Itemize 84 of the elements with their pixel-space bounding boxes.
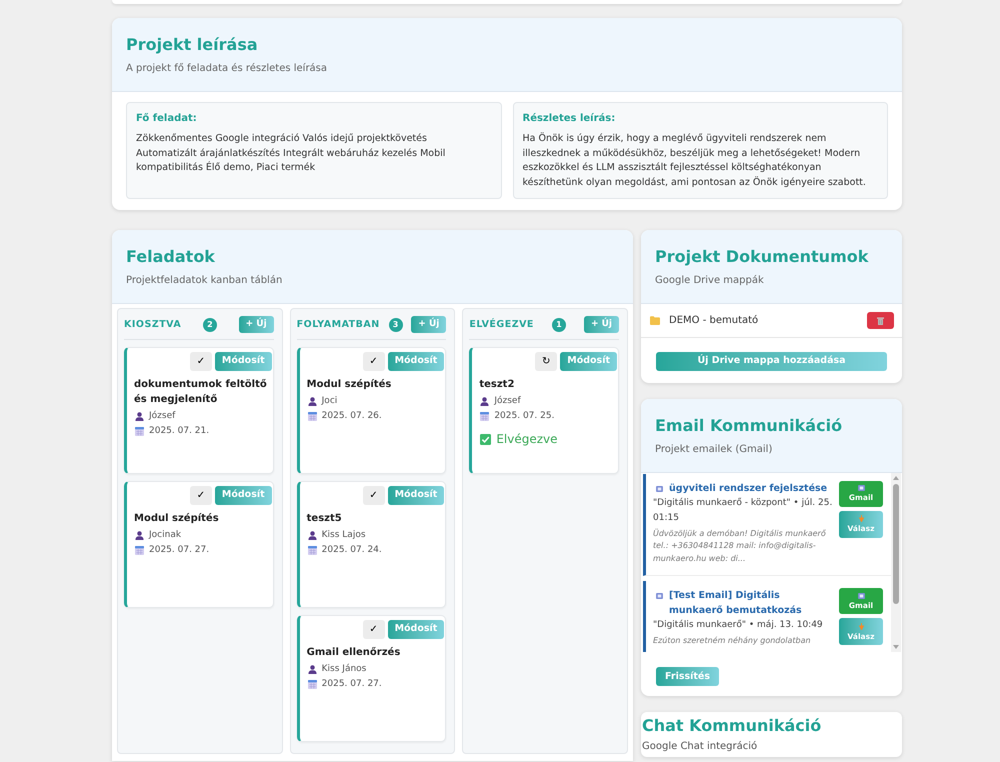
toggle-button[interactable]: ✓ [362, 620, 385, 639]
task-card[interactable]: ✓ Módosít Gmail ellenőrzés Kiss János 2025. 07. 27. [296, 615, 446, 742]
task-title: dokumentumok feltöltő és megjelenítő [134, 378, 268, 407]
task-due-date: 2025. 07. 24. [322, 544, 382, 557]
box-label: Fő feladat: [136, 112, 198, 126]
task-assignee: József [494, 394, 521, 408]
task-title: teszt2 [479, 378, 516, 392]
task-assignee: Jocinak [149, 529, 182, 542]
box-text: Ha Önök is úgy érzik, hogy a meglévő ügyviteli rendszerek nem illeszkednek a működésükhöz, beszéljük meg a lehetőségeket! Modern eszkozökkel és LLM asszisztált fejlesztéssel költséghatékonyan készíthetünk olyan megoldást, ami pontosan az Önök igényeire szabott. [522, 132, 867, 190]
task-title: Modul szépítés [134, 512, 220, 526]
task-title: teszt5 [306, 512, 343, 526]
task-card[interactable]: ↻ Módosít teszt2 József 2025. 07. 25. Elvégezve [469, 347, 619, 474]
column-title: ELVÉGEZVE [469, 317, 534, 332]
calendar-icon [308, 412, 317, 421]
person-icon [135, 531, 144, 540]
email-subject[interactable]: [Test Email] Digitális munkaerő bemutatkozás [669, 588, 833, 618]
status-label: Elvégezve [496, 431, 558, 447]
card-title: Projekt leírása [126, 35, 259, 55]
scrollbar-thumb[interactable] [893, 484, 899, 604]
count-badge: 3 [388, 318, 403, 332]
person-icon [308, 531, 317, 540]
folder-name[interactable]: DEMO - bemutató [669, 313, 758, 328]
toggle-button[interactable]: ↻ [535, 352, 558, 371]
card-title: Chat Kommunikáció [642, 716, 822, 736]
scroll-down-icon[interactable] [893, 644, 899, 649]
task-due-date: 2025. 07. 25. [494, 410, 554, 423]
card-title: Projekt Dokumentumok [655, 247, 870, 267]
email-meta: "Digitális munkaerő - központ" • júl. 25. 01:15 [653, 496, 833, 525]
toggle-button[interactable]: ✓ [190, 486, 212, 505]
task-title: Gmail ellenőrzés [306, 646, 402, 660]
email-snippet: Ezúton szeretném néhány gondolatban [653, 635, 812, 648]
task-assignee: Kiss Lajos [322, 529, 366, 542]
task-due-date: 2025. 07. 21. [149, 425, 210, 438]
person-icon [135, 412, 144, 421]
toggle-button[interactable]: ✓ [362, 352, 385, 371]
email-meta: "Digitális munkaerő" • máj. 13. 10:49 [653, 618, 824, 632]
count-badge: 2 [202, 318, 217, 332]
scrollbar[interactable] [891, 472, 901, 652]
task-assignee: József [149, 410, 176, 423]
card-subtitle: Projekt emailek (Gmail) [655, 442, 774, 457]
calendar-icon [480, 412, 490, 421]
email-subject[interactable]: ügyviteli rendszer fejelsztése [669, 480, 828, 496]
calendar-icon [135, 546, 144, 555]
task-card[interactable]: ✓ Módosít Modul szépítés Jocinak 2025. 07. 27. [124, 481, 274, 608]
card-subtitle: Google Drive mappák [655, 274, 765, 288]
task-title: Modul szépítés [306, 378, 392, 392]
delete-button[interactable] [867, 312, 894, 329]
column-title: FOLYAMATBAN [296, 318, 380, 332]
calendar-icon [135, 427, 144, 436]
card-subtitle: A projekt fő feladata és részletes leírása [126, 62, 328, 76]
card-title: Feladatok [126, 247, 216, 267]
task-due-date: 2025. 07. 26. [322, 410, 382, 423]
arrow-icon [858, 515, 864, 522]
person-icon [308, 665, 317, 674]
trash-icon [877, 316, 884, 324]
count-badge: 1 [552, 318, 566, 332]
task-assignee: Kiss János [322, 662, 366, 676]
email-snippet: Üdvözöljük a demóban! Digitális munkaerő tel.: +36304841128 mail: info@digitalis-munkaero.hu web: di... [653, 528, 827, 565]
mail-icon [858, 485, 864, 492]
person-icon [480, 397, 490, 406]
card-subtitle: Projektfeladatok kanban táblán [126, 274, 284, 288]
mail-icon [858, 592, 864, 599]
task-due-date: 2025. 07. 27. [322, 678, 382, 691]
scroll-up-icon[interactable] [893, 476, 899, 480]
toggle-button[interactable]: ✓ [362, 486, 385, 505]
task-card[interactable]: ✓ Módosít dokumentumok feltöltő és megjelenítő József 2025. 07. 21. [124, 347, 274, 474]
calendar-icon [308, 680, 317, 689]
box-text: Zökkenőmentes Google integráció Valós idejű projektkövetés Automatizált árajánlatkészítés Integrált webáruház kezelés Mobil kompatibilitás Élő demo, Piaci termék [136, 132, 446, 175]
task-due-date: 2025. 07. 27. [149, 544, 210, 557]
task-assignee: Joci [322, 395, 338, 408]
folder-icon [650, 316, 660, 325]
person-icon [308, 397, 317, 406]
envelope-icon [656, 593, 663, 600]
box-label: Részletes leírás: [522, 112, 616, 126]
card-title: Email Kommunikáció [655, 416, 844, 436]
calendar-icon [308, 546, 317, 555]
column-title: KIOSZTVA [124, 318, 182, 332]
card-subtitle: Google Chat integráció [642, 740, 758, 754]
checkbox-icon [480, 434, 492, 444]
task-card[interactable]: ✓ Módosít teszt5 Kiss Lajos 2025. 07. 24. [296, 481, 446, 608]
toggle-button[interactable]: ✓ [190, 352, 212, 371]
envelope-icon [656, 486, 663, 492]
task-card[interactable]: ✓ Módosít Modul szépítés Joci 2025. 07. 26. [296, 347, 446, 474]
arrow-icon [858, 622, 864, 630]
